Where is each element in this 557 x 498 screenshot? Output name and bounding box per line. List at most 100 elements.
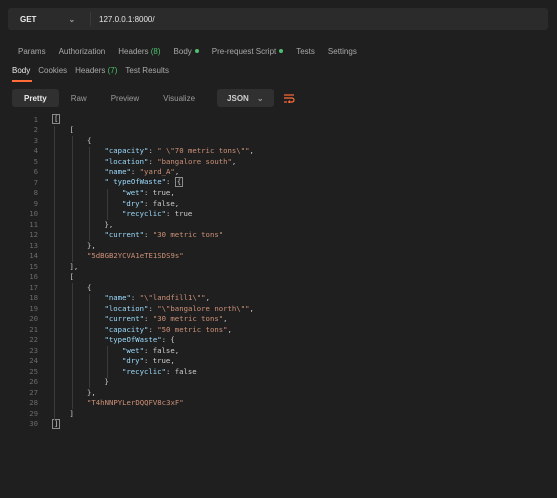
json-string: "\"bangalore north\"" (157, 303, 250, 313)
line-number: 29 (29, 408, 38, 418)
code-line: 21 "capacity": "50 metric tons", (12, 324, 232, 335)
line-number: 5 (33, 156, 38, 166)
json-key: "dry" (122, 198, 144, 208)
tab-tests[interactable]: Tests (296, 47, 315, 56)
code-text: "wet": true, (52, 188, 175, 197)
response-tab-cookies[interactable]: Cookies (38, 66, 67, 75)
json-string: "\"landfill1\"" (139, 293, 206, 303)
chevron-down-icon: ⌄ (256, 93, 264, 103)
code-line: 20 "current": "30 metric tons", (12, 314, 228, 325)
json-punctuation: : (148, 156, 158, 166)
format-label: JSON (227, 93, 249, 103)
json-key: "location" (104, 156, 149, 166)
response-tab-headers[interactable]: Headers (7) (75, 66, 117, 75)
response-tabs: Body Cookies Headers (7) Test Results (12, 66, 177, 75)
line-number: 13 (29, 240, 38, 250)
line-number: 14 (29, 251, 38, 261)
response-tab-body[interactable]: Body (12, 66, 30, 75)
indent-guide (54, 125, 55, 420)
tab-authorization[interactable]: Authorization (59, 47, 106, 56)
json-punctuation: , (174, 167, 180, 177)
tab-label: Tests (296, 46, 315, 56)
json-punctuation: }, (104, 219, 114, 229)
indent-guide (89, 293, 90, 388)
json-punctuation: [ (69, 272, 74, 282)
preview-button[interactable]: Preview (99, 89, 151, 107)
code-text: "recyclic": true (52, 209, 192, 218)
json-key: "capacity" (104, 324, 149, 334)
json-key: "recyclic" (122, 366, 166, 376)
json-punctuation: [ (69, 125, 74, 135)
code-text: ], (52, 262, 79, 271)
json-punctuation: : (130, 167, 140, 177)
line-number: 30 (29, 419, 38, 429)
tab-count: (7) (107, 66, 118, 75)
tab-label: Pre-request Script (211, 46, 277, 56)
code-line: 18 "name": "\"landfill1\"", (12, 293, 210, 304)
line-number: 24 (29, 356, 38, 366)
response-tab-test-results[interactable]: Test Results (125, 66, 169, 75)
code-line: 25 "recyclic": false (12, 366, 197, 377)
json-string: "30 metric tons" (152, 230, 224, 240)
json-punctuation: { (87, 282, 92, 292)
line-number: 18 (29, 293, 38, 303)
json-punctuation: : (148, 303, 158, 313)
code-text: "capacity": "50 metric tons", (52, 325, 232, 334)
code-text: ] (52, 418, 61, 429)
code-text: [ (52, 272, 74, 281)
tab-label: Cookies (38, 66, 68, 75)
indent-guide (89, 146, 90, 241)
line-number: 9 (33, 198, 38, 208)
status-dot-icon (194, 49, 199, 54)
tab-label: Headers (75, 66, 106, 75)
code-text: }, (52, 219, 114, 229)
json-key: "recyclic" (122, 209, 166, 219)
json-punctuation: , (249, 303, 254, 313)
raw-button[interactable]: Raw (59, 89, 99, 107)
line-number: 15 (29, 261, 38, 271)
json-punctuation: , (249, 146, 254, 156)
json-punctuation: ] (69, 408, 74, 418)
line-number: 22 (29, 335, 38, 345)
tab-params[interactable]: Params (18, 47, 46, 56)
visualize-button[interactable]: Visualize (151, 89, 207, 107)
pretty-button[interactable]: Pretty (12, 89, 59, 107)
line-number: 11 (29, 219, 38, 229)
json-key: "location" (104, 303, 149, 313)
code-line: 11}, (12, 219, 113, 230)
code-text: "current": "30 metric tons" (52, 230, 224, 240)
line-number: 10 (29, 209, 38, 219)
json-string: "50 metric tons" (157, 324, 228, 334)
code-line: 29] (12, 408, 74, 419)
url-input[interactable]: 127.0.0.1:8000/ (91, 15, 155, 24)
json-punctuation: [ (52, 114, 61, 125)
code-text: "dry": true, (52, 356, 175, 365)
json-punctuation: : true (165, 209, 193, 219)
method-select[interactable]: GET ⌄ (8, 15, 90, 24)
tab-label: Headers (118, 46, 149, 56)
tab-body[interactable]: Body (174, 47, 199, 56)
format-select[interactable]: JSON ⌄ (217, 89, 274, 107)
line-number: 1 (33, 114, 38, 124)
wrap-lines-icon[interactable] (280, 89, 298, 107)
code-text: [ (52, 114, 61, 125)
line-number: 7 (33, 177, 38, 187)
line-number: 21 (29, 324, 38, 334)
code-line: 5 "location": "bangalore south", (12, 156, 237, 167)
line-number: 16 (29, 272, 38, 282)
tab-pre-request-script[interactable]: Pre-request Script (211, 46, 284, 56)
code-text: "current": "30 metric tons", (52, 314, 228, 323)
tab-label: Params (18, 46, 46, 56)
json-key: " typeOfWaste" (104, 177, 167, 187)
response-body-editor[interactable]: 1[2[3{4 "capacity": " \"70 metric tons\""… (12, 114, 542, 484)
tab-settings[interactable]: Settings (328, 47, 357, 56)
json-punctuation: : false, (143, 345, 180, 355)
tab-headers[interactable]: Headers (8) (118, 47, 160, 56)
tab-label: Settings (327, 46, 357, 56)
code-line: 4 "capacity": " \"70 metric tons\"", (12, 146, 254, 157)
line-number: 27 (29, 387, 38, 397)
json-punctuation: }, (87, 387, 96, 397)
json-key: "name" (104, 167, 131, 177)
code-line: 19 "location": "\"bangalore north\"", (12, 303, 254, 314)
line-number: 17 (29, 282, 38, 292)
